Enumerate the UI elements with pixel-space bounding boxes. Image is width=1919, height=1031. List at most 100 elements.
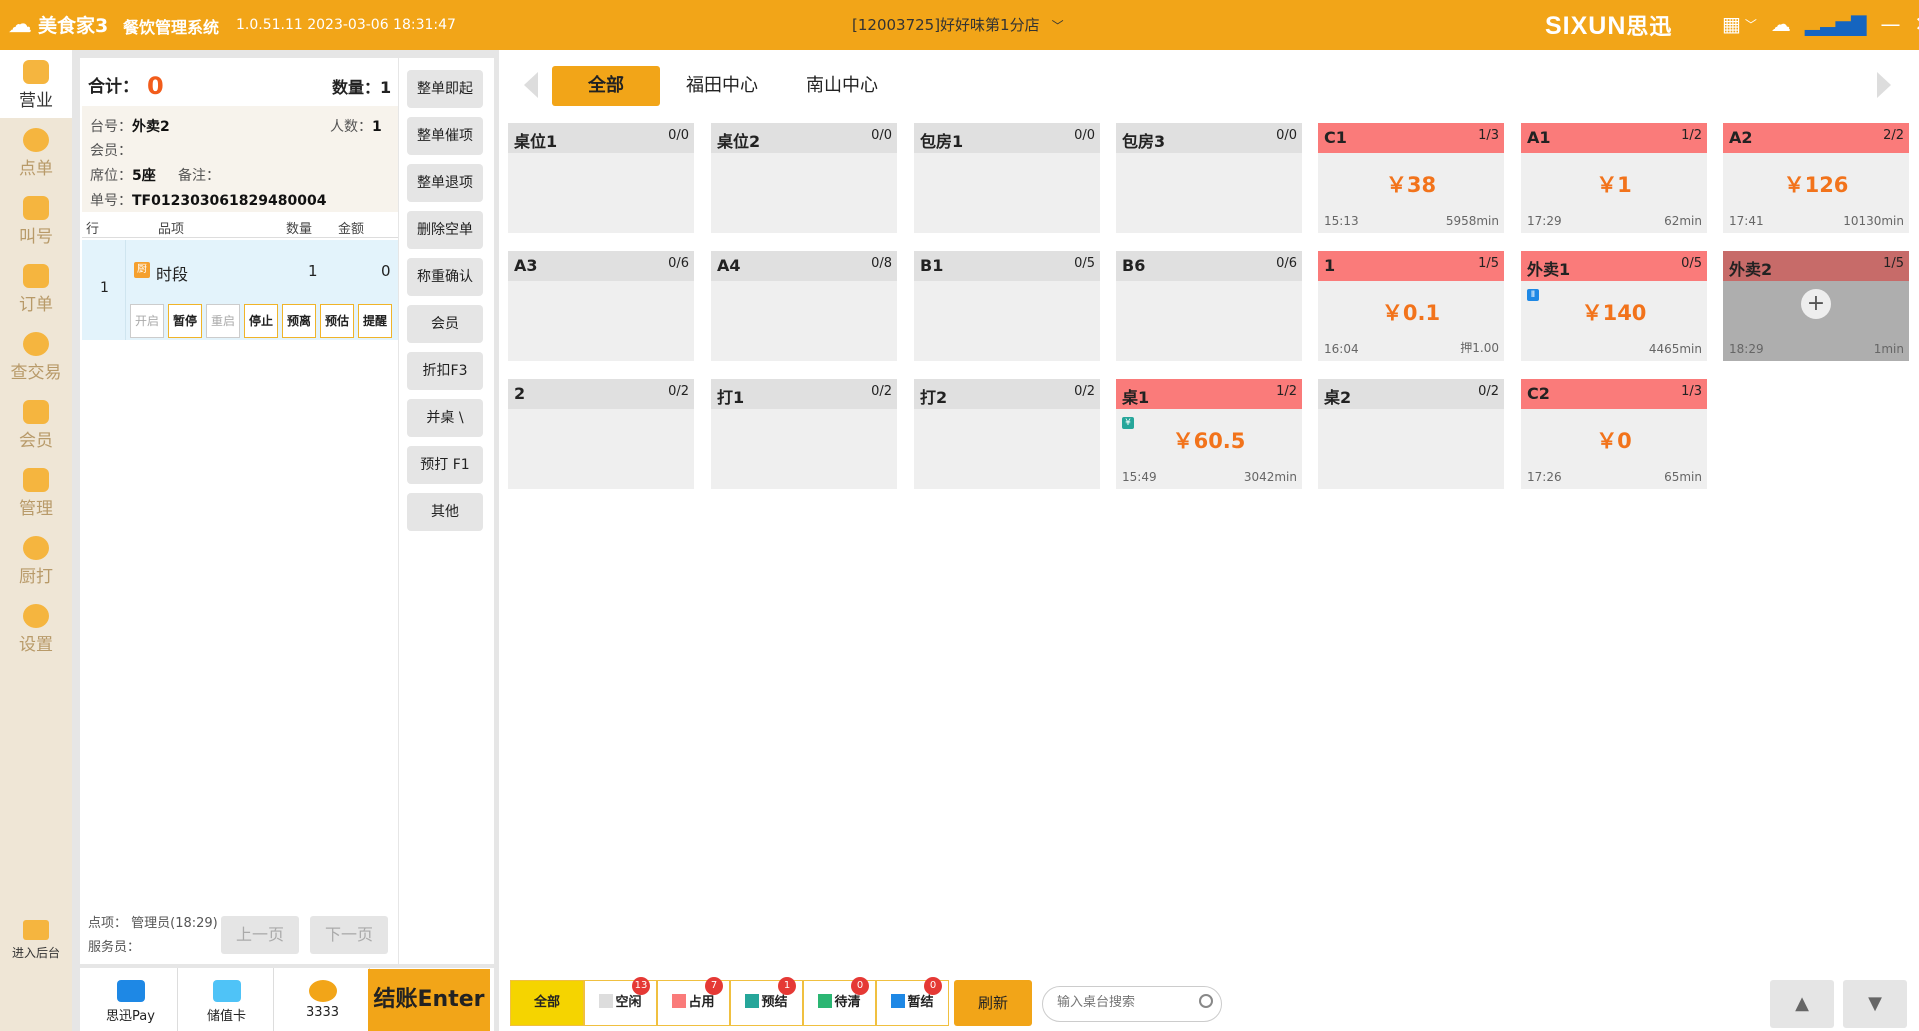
kitchen-icon: 厨 — [134, 262, 150, 278]
pause-button[interactable]: 暂停 — [168, 304, 202, 338]
waiter-info: 服务员： — [88, 940, 141, 955]
table-tile[interactable]: 2 0/2 — [508, 379, 694, 489]
stored-card-button[interactable]: 储值卡 — [180, 968, 274, 1031]
tab-nanshan[interactable]: 南山中心 — [792, 66, 892, 106]
sidebar-item-business[interactable]: 营业 — [0, 50, 72, 118]
filter-occupied[interactable]: 占用 7 — [657, 977, 730, 1026]
refresh-button[interactable]: 刷新 — [954, 980, 1032, 1026]
sixun-pay-button[interactable]: 思迅Pay — [84, 968, 178, 1031]
enter-backend-button[interactable]: 进入后台 — [0, 920, 72, 961]
table-tile[interactable]: C2 1/3 ￥0 17:26 65min — [1521, 379, 1707, 489]
table-amount: ￥60.5 — [1172, 429, 1246, 453]
table-tile[interactable]: C1 1/3 ￥38 15:13 5958min — [1318, 123, 1504, 233]
chevron-down-icon[interactable]: ﹀ — [1745, 16, 1757, 33]
item-qty: 1 — [308, 262, 318, 280]
diamond-icon — [23, 400, 49, 424]
weigh-confirm-button[interactable]: 称重确认 — [407, 258, 483, 296]
sidebar-item-manage[interactable]: 管理 — [0, 458, 72, 526]
table-tile[interactable]: A2 2/2 ￥126 17:41 10130min — [1723, 123, 1909, 233]
table-tile[interactable]: 桌位2 0/0 — [711, 123, 897, 233]
table-tile[interactable]: 打1 0/2 — [711, 379, 897, 489]
table-name: B1 — [920, 256, 944, 275]
table-tile[interactable]: 桌2 0/2 — [1318, 379, 1504, 489]
sidebar-item-order[interactable]: 点单 — [0, 118, 72, 186]
table-tile[interactable]: A4 0/8 — [711, 251, 897, 361]
merge-table-button[interactable]: 并桌 \ — [407, 399, 483, 437]
discount-button[interactable]: 折扣F3 — [407, 352, 483, 390]
add-icon[interactable]: + — [1801, 289, 1831, 319]
filter-suspended[interactable]: 暂结 0 — [876, 977, 949, 1026]
pre-print-button[interactable]: 预打 F1 — [407, 446, 483, 484]
order-row[interactable]: 1 厨 时段 1 0 开启 暂停 重启 停止 预离 预估 提醒 — [82, 240, 398, 340]
table-tile[interactable]: A1 1/2 ￥1 17:29 62min — [1521, 123, 1707, 233]
filter-to-clean[interactable]: 待清 0 — [803, 977, 876, 1026]
table-tile[interactable]: 打2 0/2 — [914, 379, 1100, 489]
estimate-button[interactable]: 预估 — [320, 304, 354, 338]
return-all-button[interactable]: 整单退项 — [407, 164, 483, 202]
start-button[interactable]: 开启 — [130, 304, 164, 338]
filter-idle[interactable]: 空闲 13 — [584, 977, 657, 1026]
store-selector[interactable]: [12003725]好好味第1分店 ﹀ — [852, 14, 1064, 35]
table-tile[interactable]: 桌1 1/2 ￥60.5 15:49 3042min ¥ — [1116, 379, 1302, 489]
minimize-icon[interactable]: — — [1880, 12, 1900, 36]
next-area-arrow-icon[interactable] — [1877, 72, 1891, 98]
table-tile[interactable]: B6 0/6 — [1116, 251, 1302, 361]
prev-area-arrow-icon[interactable] — [524, 72, 538, 98]
member-button[interactable]: 会员 — [407, 305, 483, 343]
filter-all[interactable]: 全部 — [510, 980, 584, 1026]
list-icon — [23, 264, 49, 288]
table-tile[interactable]: B1 0/5 — [914, 251, 1100, 361]
scroll-up-button[interactable]: ▲ — [1770, 980, 1834, 1028]
prev-page-button[interactable]: 上一页 — [221, 916, 299, 954]
table-tile[interactable]: 包房3 0/0 — [1116, 123, 1302, 233]
table-amount: ￥140 — [1581, 301, 1647, 325]
table-name: A4 — [717, 256, 741, 275]
sidebar-item-transactions[interactable]: 查交易 — [0, 322, 72, 390]
tab-futian[interactable]: 福田中心 — [672, 66, 772, 106]
sidebar-item-kitchen-print[interactable]: 厨打 — [0, 526, 72, 594]
sidebar-item-orders[interactable]: 订单 — [0, 254, 72, 322]
order-table-header: 行 品项 数量 金额 — [82, 214, 398, 238]
sidebar-item-settings[interactable]: 设置 — [0, 594, 72, 662]
table-tile[interactable]: 桌位1 0/0 — [508, 123, 694, 233]
sidebar-item-member[interactable]: 会员 — [0, 390, 72, 458]
stop-button[interactable]: 停止 — [244, 304, 278, 338]
table-occupancy: 1/3 — [1478, 128, 1499, 143]
pre-leave-button[interactable]: 预离 — [282, 304, 316, 338]
filter-prebill[interactable]: 预结 1 — [730, 977, 803, 1026]
cloud-upload-icon[interactable]: ☁ — [1771, 12, 1791, 36]
table-time: 15:13 — [1324, 214, 1359, 228]
table-occupancy: 0/0 — [871, 128, 892, 143]
search-icon[interactable] — [1199, 994, 1213, 1008]
table-search-input[interactable] — [1057, 995, 1187, 1010]
table-name: B6 — [1122, 256, 1146, 275]
table-tile[interactable]: 外卖2 1/5 18:29 1min + — [1723, 251, 1909, 361]
table-tile[interactable]: A3 0/6 — [508, 251, 694, 361]
next-page-button[interactable]: 下一页 — [310, 916, 388, 954]
remind-button[interactable]: 提醒 — [358, 304, 392, 338]
coin-icon — [308, 980, 337, 1002]
hand-icon — [23, 128, 49, 152]
sidebar-item-call[interactable]: 叫号 — [0, 186, 72, 254]
tab-all[interactable]: 全部 — [552, 66, 660, 106]
chart-icon — [23, 60, 49, 84]
urge-all-button[interactable]: 整单催项 — [407, 117, 483, 155]
table-tile[interactable]: 1 1/5 ￥0.1 16:04 押1.00 — [1318, 251, 1504, 361]
grid-menu-icon[interactable]: ▦ — [1722, 12, 1741, 36]
serve-all-button[interactable]: 整单即起 — [407, 70, 483, 108]
close-icon[interactable]: ✕ — [1914, 12, 1919, 36]
checkout-button[interactable]: 结账Enter — [368, 969, 490, 1031]
table-name: 1 — [1324, 256, 1336, 275]
table-tile[interactable]: 外卖1 0/5 ￥140 4465min Ⅱ — [1521, 251, 1707, 361]
table-tile[interactable]: 包房1 0/0 — [914, 123, 1100, 233]
table-occupancy: 0/6 — [1276, 256, 1297, 271]
restart-button[interactable]: 重启 — [206, 304, 240, 338]
seat-info: 席位：5座 — [90, 168, 156, 184]
cloud-icon: ☁ — [8, 10, 32, 38]
scroll-down-button[interactable]: ▼ — [1843, 980, 1907, 1028]
custom-pay-button[interactable]: 3333 — [276, 968, 370, 1031]
table-name: 包房3 — [1122, 132, 1166, 151]
other-button[interactable]: 其他 — [407, 493, 483, 531]
table-name: C2 — [1527, 384, 1550, 403]
delete-empty-button[interactable]: 删除空单 — [407, 211, 483, 249]
